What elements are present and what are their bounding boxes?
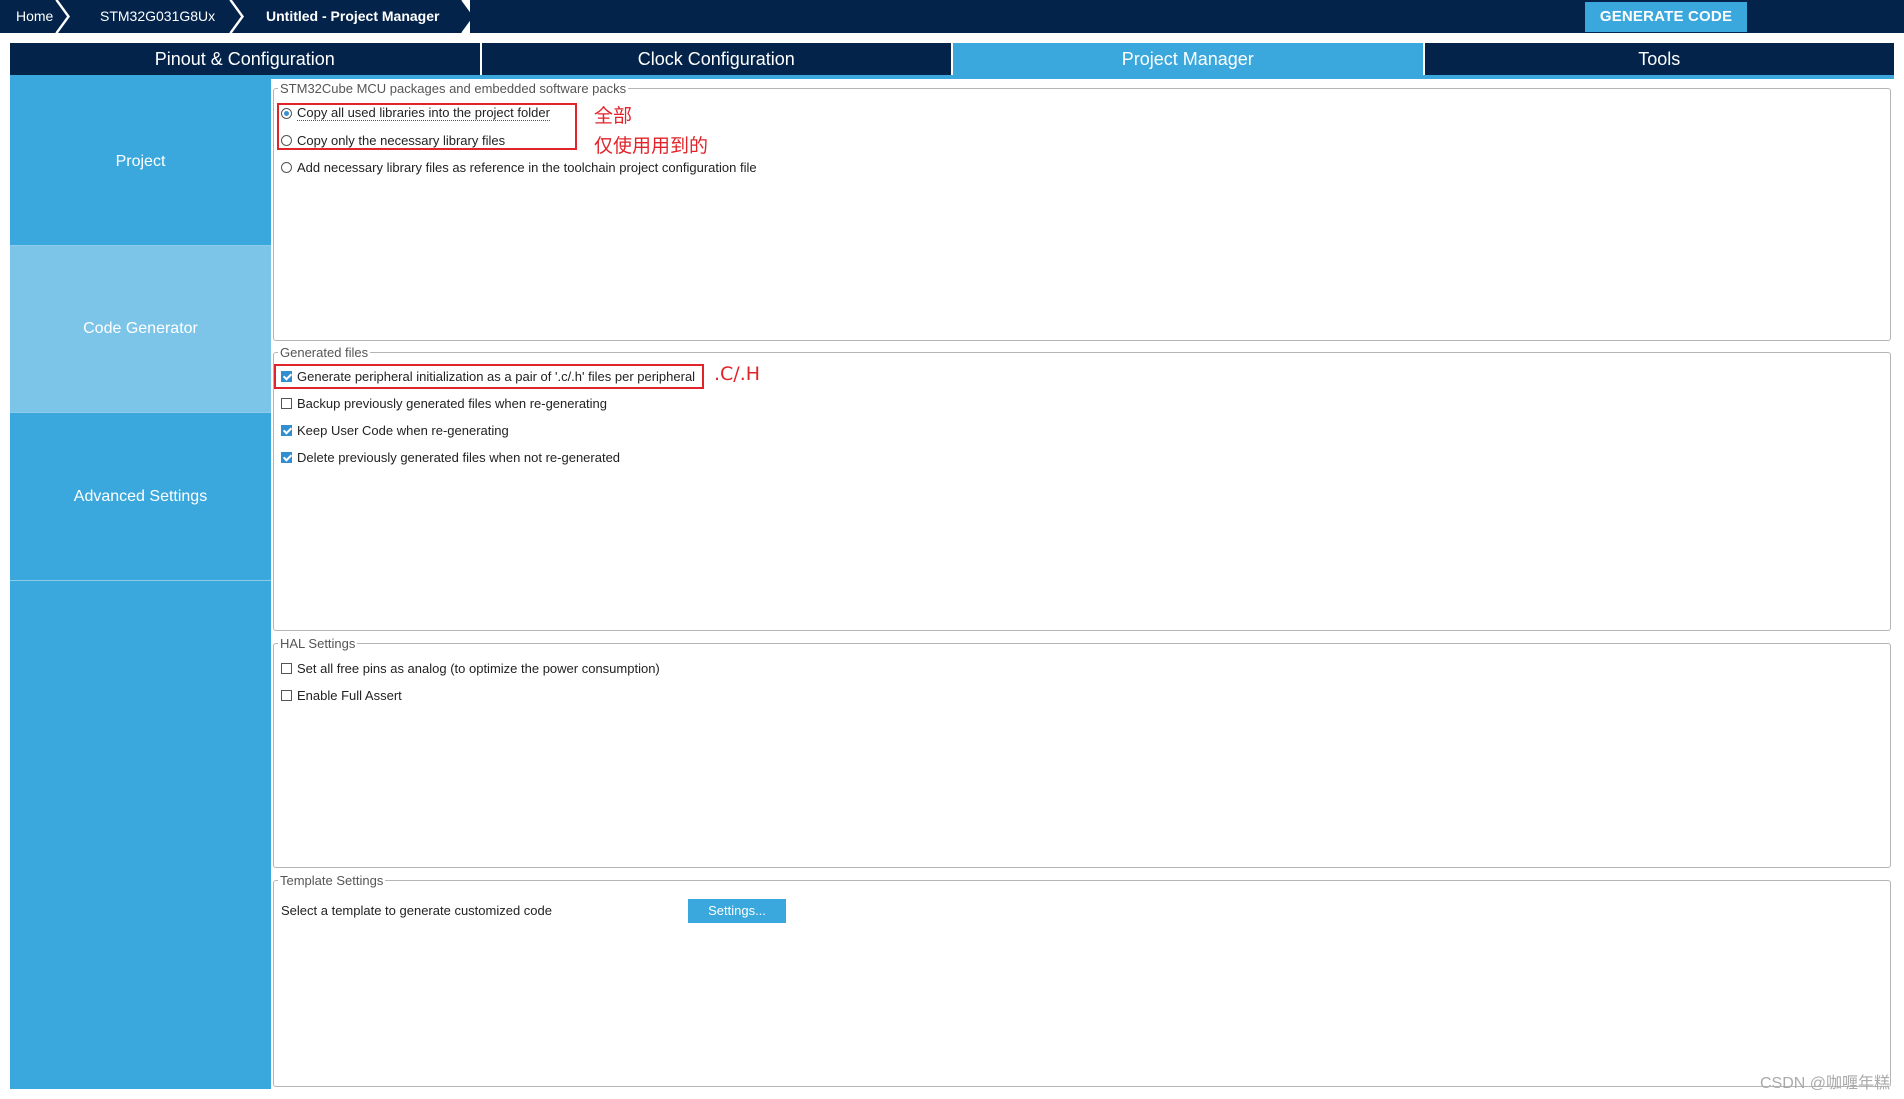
watermark: CSDN @咖喱年糕	[1759, 1075, 1890, 1092]
sidebar-item-project[interactable]: Project	[10, 79, 271, 246]
tab-tools[interactable]: Tools	[1425, 43, 1895, 75]
annotation-all: 全部	[594, 105, 633, 127]
tab-clock-configuration[interactable]: Clock Configuration	[482, 43, 953, 75]
breadcrumb-device[interactable]: STM32G031G8Ux	[100, 0, 215, 33]
template-settings-group: Template Settings Select a template to g…	[273, 873, 1891, 1087]
hal-settings-legend: HAL Settings	[278, 636, 358, 651]
annotation-ch: .C/.H	[714, 363, 761, 385]
breadcrumb: Home STM32G031G8Ux Untitled - Project Ma…	[0, 0, 470, 33]
packages-group-legend: STM32Cube MCU packages and embedded soft…	[278, 81, 629, 96]
checkbox-icon[interactable]	[281, 397, 292, 409]
option-label: Keep User Code when re-generating	[297, 422, 509, 438]
checkbox-checked-icon[interactable]	[281, 424, 292, 436]
annotation-only-used: 仅使用用到的	[594, 135, 709, 157]
checkbox-checked-icon[interactable]	[281, 451, 292, 463]
option-label: Add necessary library files as reference…	[297, 159, 757, 175]
tab-pinout-configuration[interactable]: Pinout & Configuration	[10, 43, 482, 75]
option-keep-user-code[interactable]: Keep User Code when re-generating	[281, 421, 509, 439]
tab-underline	[10, 75, 1894, 79]
main-tabs: Pinout & Configuration Clock Configurati…	[10, 43, 1894, 75]
breadcrumb-current[interactable]: Untitled - Project Manager	[266, 0, 439, 33]
option-add-as-reference[interactable]: Add necessary library files as reference…	[281, 158, 757, 176]
generated-files-legend: Generated files	[278, 345, 371, 360]
annotation-box-library-options	[277, 103, 577, 150]
top-bar: Home STM32G031G8Ux Untitled - Project Ma…	[0, 0, 1904, 33]
template-label: Select a template to generate customized…	[281, 903, 552, 918]
option-enable-full-assert[interactable]: Enable Full Assert	[281, 686, 402, 704]
option-label: Enable Full Assert	[297, 687, 402, 703]
sidebar-item-code-generator[interactable]: Code Generator	[10, 246, 271, 413]
template-settings-legend: Template Settings	[278, 873, 386, 888]
radio-icon[interactable]	[281, 161, 292, 173]
breadcrumb-home[interactable]: Home	[16, 0, 53, 33]
option-label: Set all free pins as analog (to optimize…	[297, 660, 660, 676]
checkbox-icon[interactable]	[281, 689, 292, 701]
option-free-pins-analog[interactable]: Set all free pins as analog (to optimize…	[281, 659, 660, 677]
tab-project-manager[interactable]: Project Manager	[953, 43, 1425, 75]
option-label: Backup previously generated files when r…	[297, 395, 608, 411]
annotation-box-peripheral-pairs	[274, 364, 704, 389]
generated-files-group: Generated files Generate peripheral init…	[273, 345, 1891, 631]
settings-button[interactable]: Settings...	[688, 899, 786, 923]
hal-settings-group: HAL Settings Set all free pins as analog…	[273, 636, 1891, 868]
generate-code-button[interactable]: GENERATE CODE	[1585, 2, 1747, 32]
option-backup-generated-files[interactable]: Backup previously generated files when r…	[281, 394, 607, 412]
sidebar: Project Code Generator Advanced Settings	[10, 79, 271, 1089]
packages-group: STM32Cube MCU packages and embedded soft…	[273, 81, 1891, 341]
sidebar-item-advanced-settings[interactable]: Advanced Settings	[10, 413, 271, 581]
checkbox-icon[interactable]	[281, 662, 292, 674]
option-delete-previous-files[interactable]: Delete previously generated files when n…	[281, 448, 620, 466]
option-label: Delete previously generated files when n…	[297, 449, 621, 465]
